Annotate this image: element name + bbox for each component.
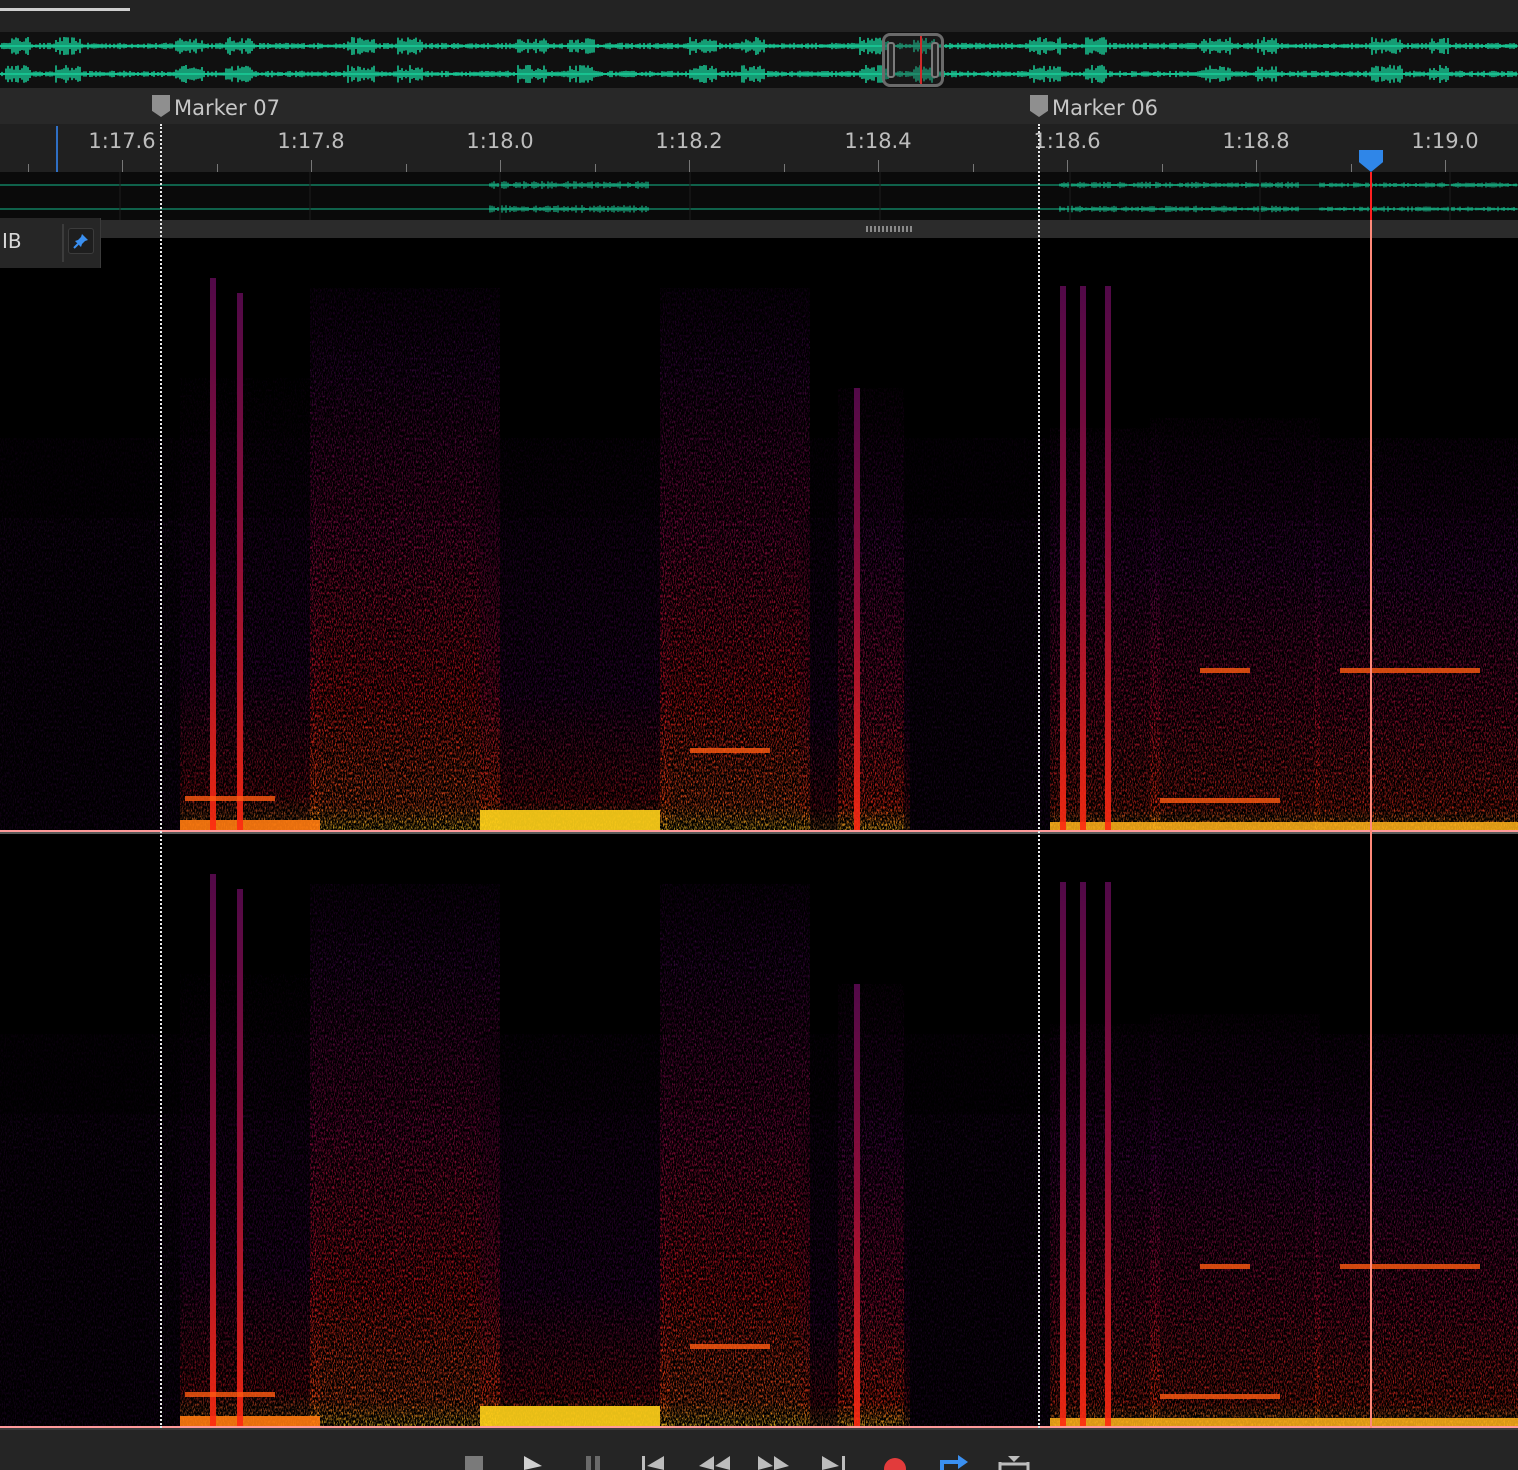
overview-waveform-graphic <box>0 36 1518 84</box>
ruler-tick <box>217 164 218 172</box>
play-icon[interactable] <box>522 1450 544 1470</box>
tick-label: 1:17.6 <box>88 129 156 153</box>
skip-selection-icon[interactable] <box>996 1450 1032 1470</box>
ruler-tick <box>1162 164 1163 172</box>
overview-waveform[interactable] <box>0 32 1518 88</box>
marker-lane[interactable]: Marker 07 Marker 06 <box>0 88 1518 125</box>
channel-divider[interactable] <box>0 832 1518 834</box>
go-to-start-icon[interactable] <box>640 1450 666 1470</box>
vertical-resize-bar[interactable] <box>0 220 1518 238</box>
ruler-tick <box>1067 160 1068 172</box>
tick-label: 1:18.6 <box>1033 129 1101 153</box>
pin-hud-button[interactable] <box>68 228 94 254</box>
marker-07-line <box>160 124 162 1428</box>
ruler-tick <box>1351 164 1352 172</box>
marker-label[interactable]: Marker 06 <box>1052 96 1158 120</box>
playhead-line[interactable] <box>1370 172 1372 1428</box>
tick-label: 1:19.0 <box>1411 129 1479 153</box>
ruler-tick <box>122 160 123 172</box>
hud-divider <box>62 224 64 262</box>
time-ruler[interactable]: 1:17.6 1:17.8 1:18.0 1:18.2 1:18.4 1:18.… <box>0 124 1518 172</box>
navigator-right-grip[interactable] <box>931 42 939 78</box>
zoom-navigator-handle[interactable] <box>882 33 944 87</box>
overview-playhead <box>920 36 922 84</box>
pause-icon[interactable] <box>584 1450 604 1470</box>
ruler-tick <box>784 164 785 172</box>
stop-icon[interactable] <box>464 1450 484 1470</box>
ruler-tick <box>973 164 974 172</box>
tick-label: 1:17.8 <box>277 129 345 153</box>
marker-06-line <box>1038 124 1040 1428</box>
panel-tab-strip <box>0 0 1518 32</box>
tick-label: 1:18.0 <box>466 129 534 153</box>
channel-waveform-strip[interactable] <box>0 172 1518 220</box>
ruler-tick <box>595 164 596 172</box>
ruler-tick <box>878 160 879 172</box>
playhead-line-mini <box>1370 172 1372 220</box>
loop-icon[interactable] <box>938 1450 970 1470</box>
navigator-left-grip[interactable] <box>887 42 895 78</box>
ruler-tick <box>1445 160 1446 172</box>
active-tab-indicator[interactable] <box>0 8 130 11</box>
fast-forward-icon[interactable] <box>756 1450 790 1470</box>
channel-waveform-graphic <box>0 172 1518 220</box>
channel-1-spectrogram <box>0 278 1518 832</box>
view-start-indicator <box>56 126 58 172</box>
go-to-end-icon[interactable] <box>820 1450 848 1470</box>
ruler-tick <box>311 160 312 172</box>
ruler-tick <box>500 160 501 172</box>
record-icon[interactable] <box>882 1450 908 1470</box>
ruler-tick <box>406 164 407 172</box>
rewind-icon[interactable] <box>698 1450 732 1470</box>
marker-flag-icon[interactable] <box>152 95 170 117</box>
tick-label: 1:18.8 <box>1222 129 1290 153</box>
pin-icon <box>73 234 88 249</box>
ruler-tick <box>689 160 690 172</box>
tick-label: 1:18.4 <box>844 129 912 153</box>
ruler-tick <box>1256 160 1257 172</box>
marker-label[interactable]: Marker 07 <box>174 96 280 120</box>
channel-2-spectrogram <box>0 874 1518 1428</box>
tick-label: 1:18.2 <box>655 129 723 153</box>
resize-grip-icon[interactable] <box>866 226 914 232</box>
ruler-tick <box>28 164 29 172</box>
hud-unit-label: IB <box>2 229 22 253</box>
marker-flag-icon[interactable] <box>1030 95 1048 117</box>
